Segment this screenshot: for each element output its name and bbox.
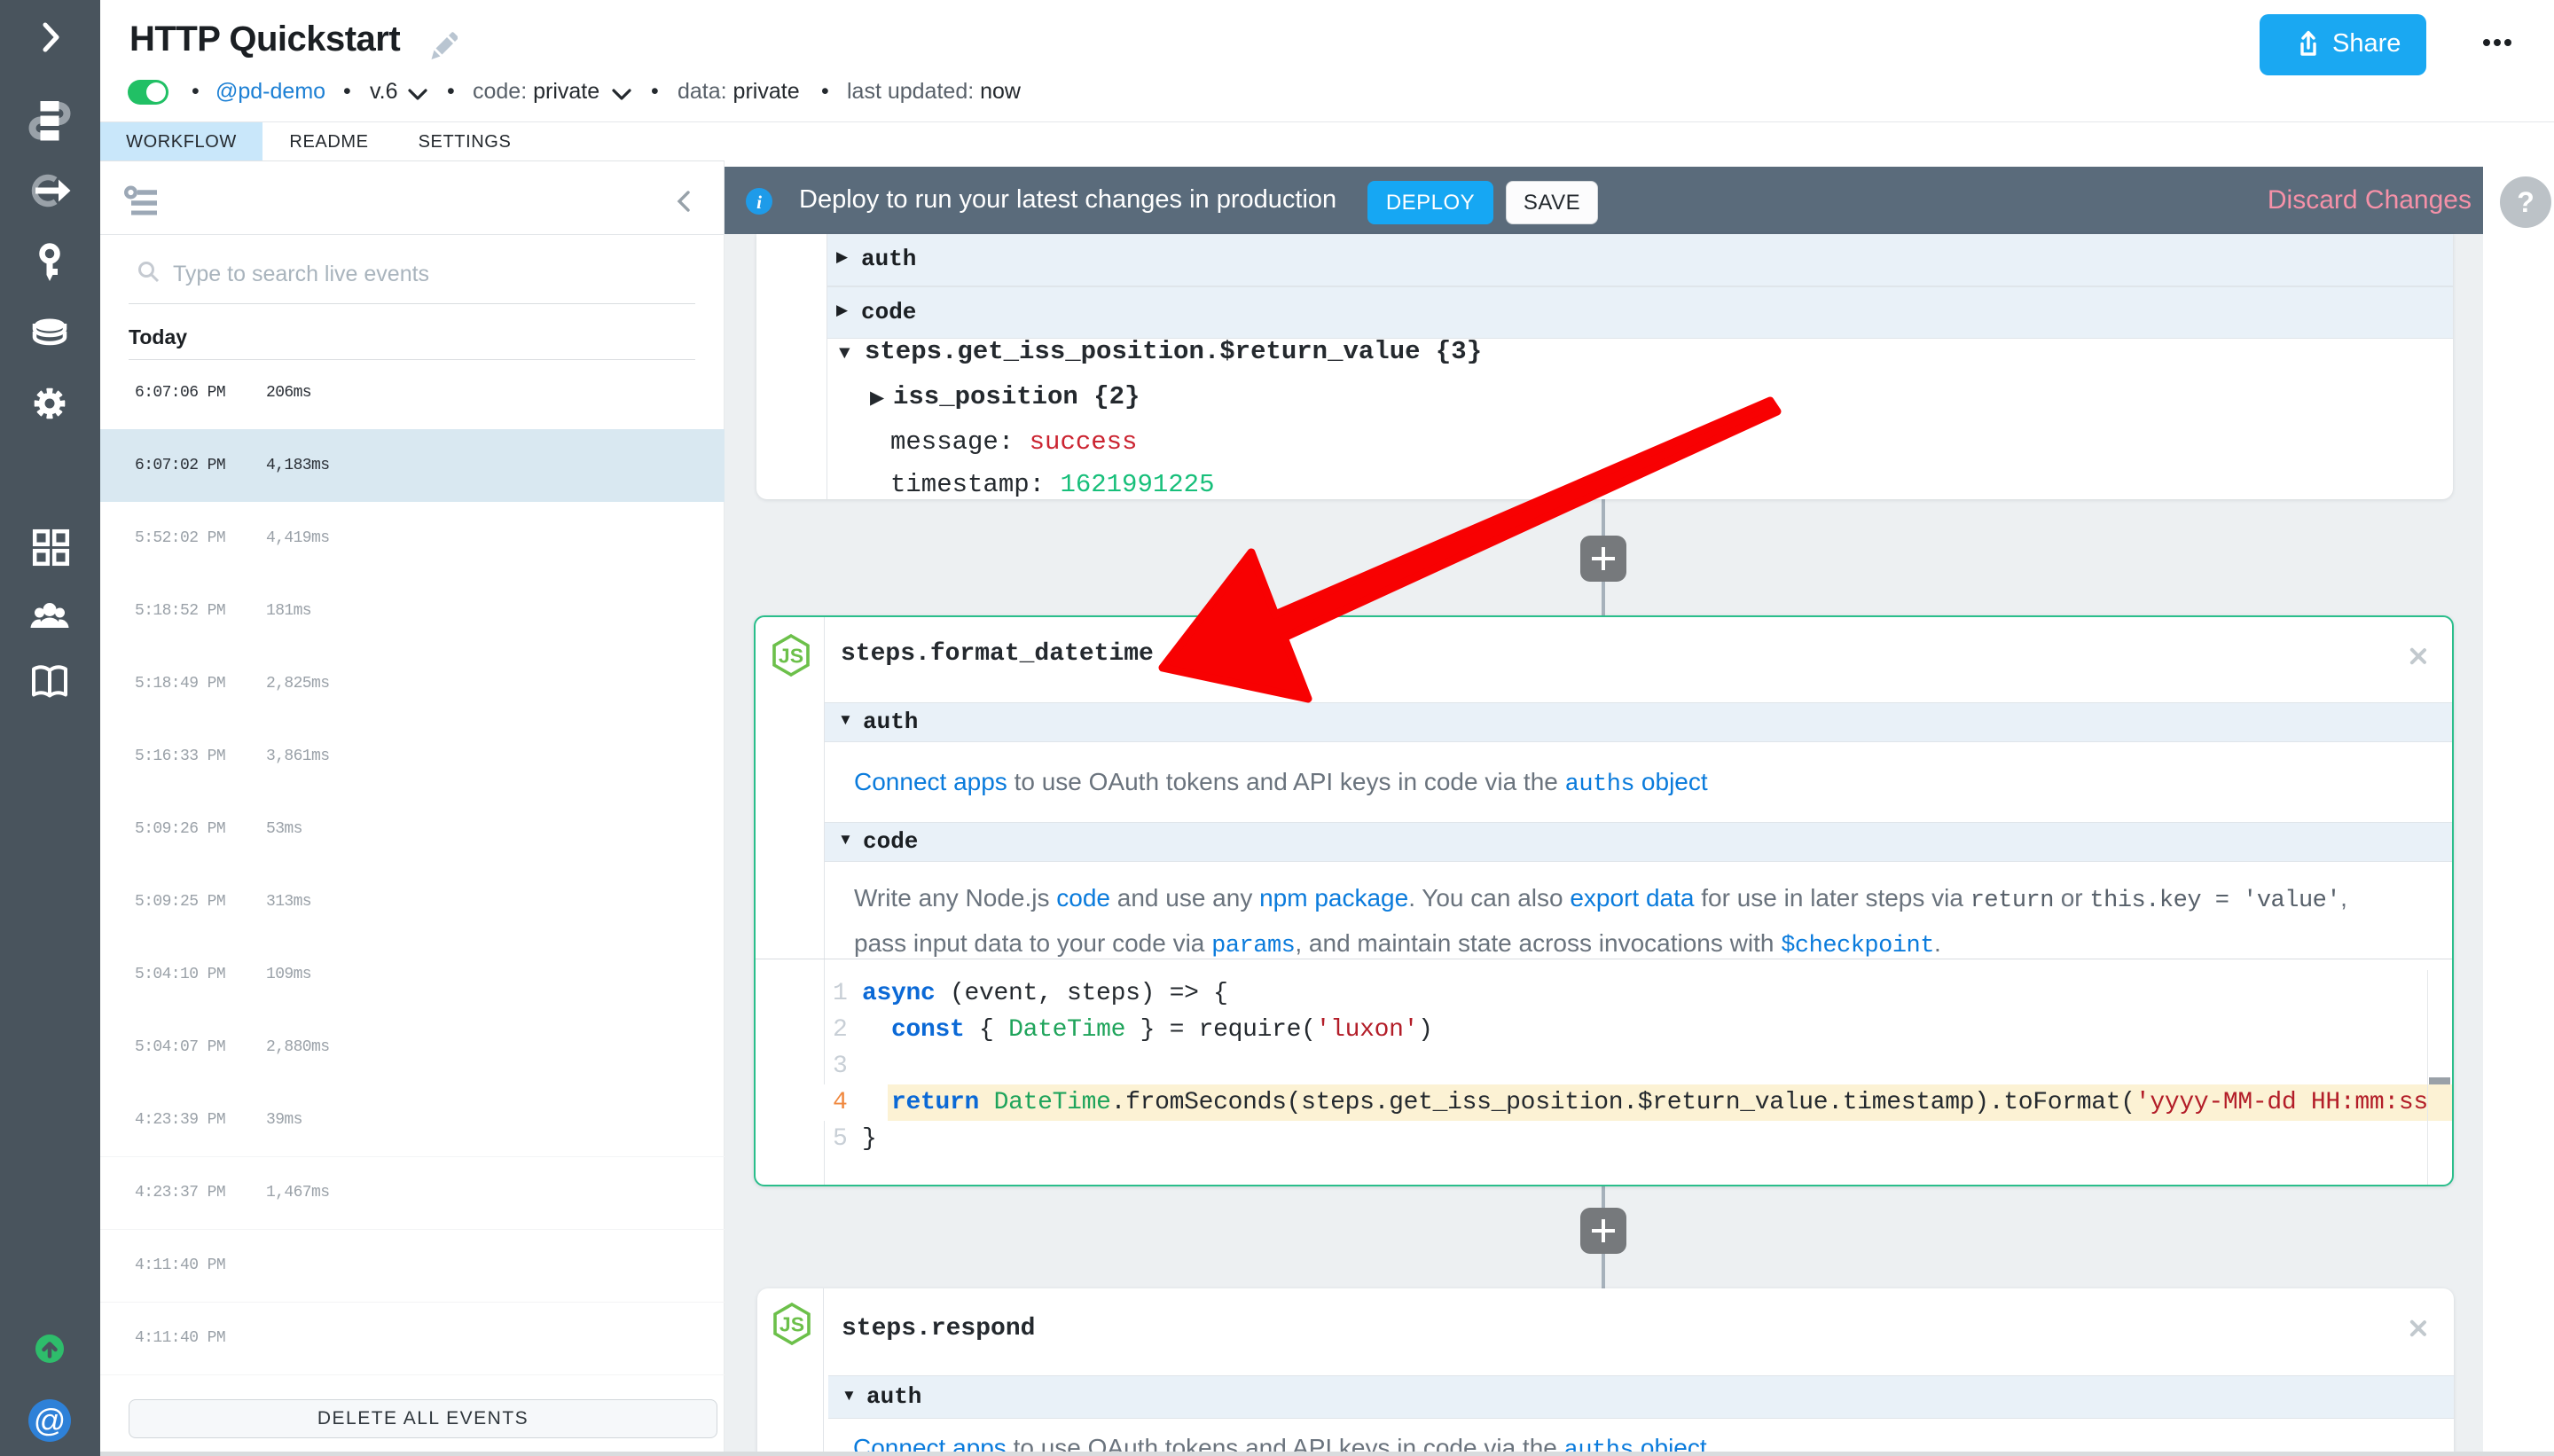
svg-text:@: @ xyxy=(34,1402,67,1438)
